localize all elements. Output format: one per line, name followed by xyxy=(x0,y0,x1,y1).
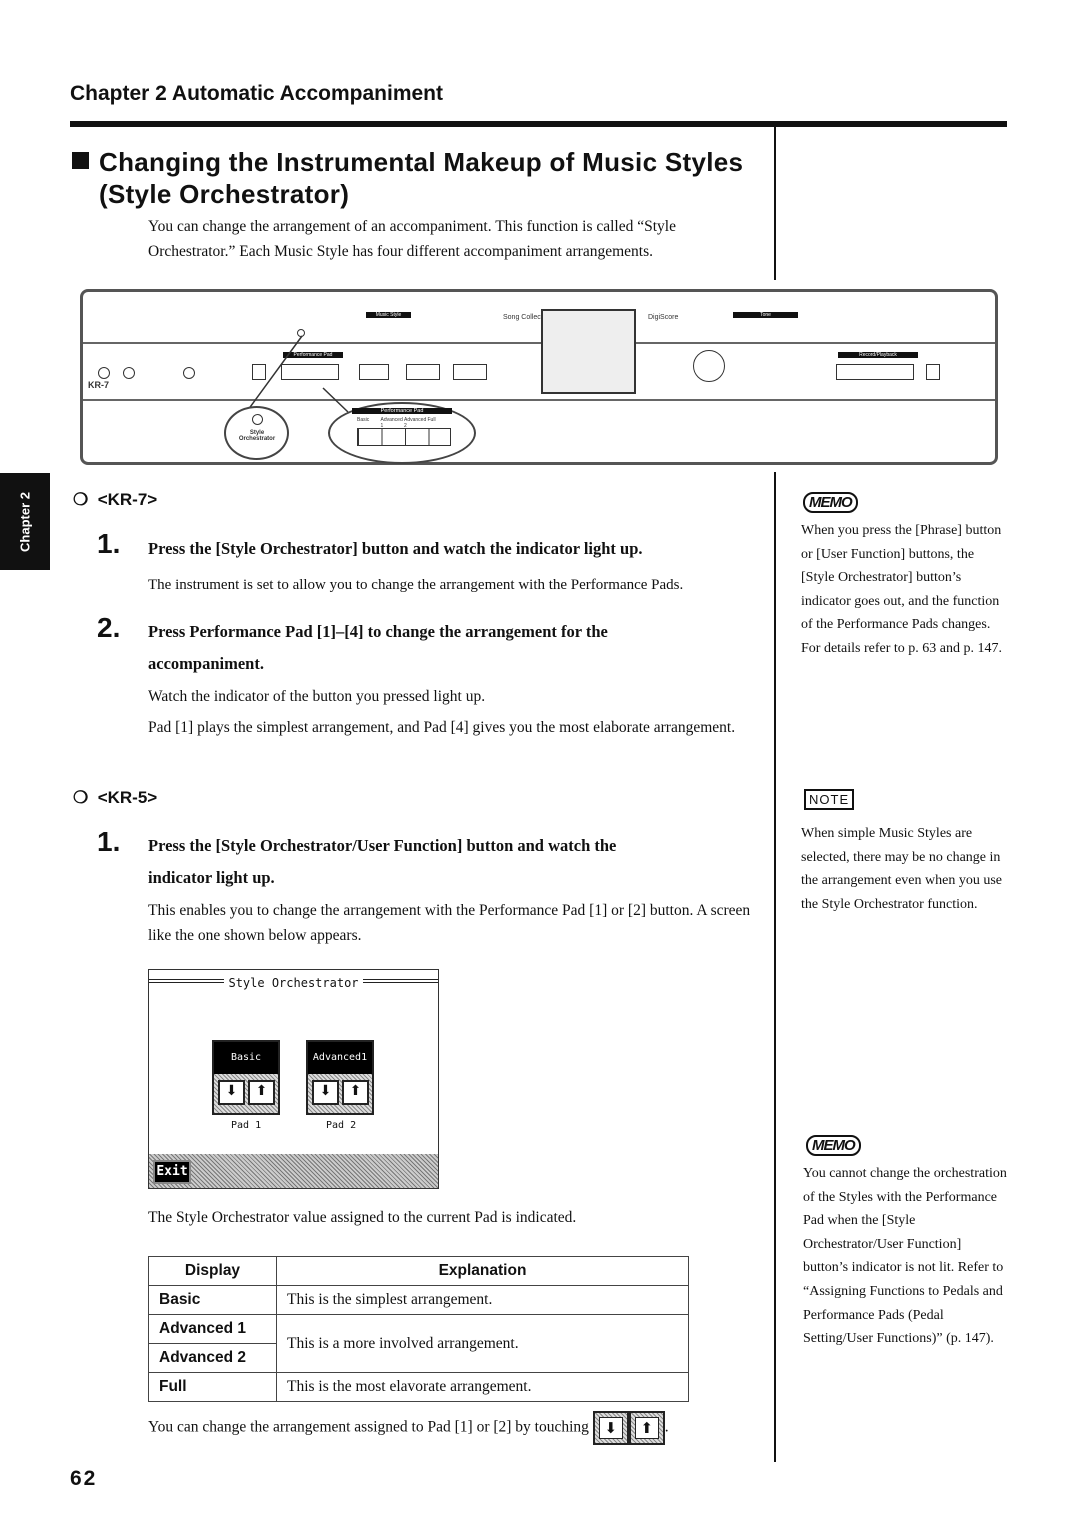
pad1-value: Basic xyxy=(214,1042,278,1074)
footer-text: You can change the arrangement assigned … xyxy=(148,1418,589,1436)
style-orchestrator-screen: Style Orchestrator Basic ⬇ ⬆ Advanced1 ⬇… xyxy=(148,969,439,1189)
page-number: 62 xyxy=(70,1467,98,1490)
square-bullet-icon xyxy=(72,152,89,169)
memo-label: MEMO xyxy=(803,492,858,513)
table-header: Display xyxy=(148,1256,277,1286)
pad1-box[interactable]: Basic ⬇ ⬆ xyxy=(212,1040,280,1115)
screen-caption: The Style Orchestrator value assigned to… xyxy=(148,1209,577,1226)
chapter-tab-label: Chapter 2 xyxy=(17,491,33,552)
footer-period: . xyxy=(664,1418,669,1436)
memo-text: When you press the [Phrase] button or [U… xyxy=(801,523,1003,656)
kr7-heading: ❍ <KR-7> xyxy=(73,490,158,509)
kr7-panel-illustration: KR-7 Performance Pad Music Style Tone Re… xyxy=(80,289,998,465)
header-rule xyxy=(70,121,1007,127)
arrow-down-icon[interactable]: ⬇ xyxy=(218,1080,245,1105)
pad2-box[interactable]: Advanced1 ⬇ ⬆ xyxy=(306,1040,374,1115)
style-orchestrator-callout: Style Orchestrator xyxy=(224,406,289,460)
table-cell: This is a more involved arrangement. xyxy=(276,1314,689,1373)
style-orchestrator-label: Style Orchestrator xyxy=(238,430,276,442)
kr7-heading-text: <KR-7> xyxy=(97,490,158,509)
step-text: Watch the indicator of the button you pr… xyxy=(148,688,486,705)
table-row: Basic This is the simplest arrangement. xyxy=(148,1285,689,1315)
exit-button[interactable]: Exit xyxy=(153,1160,191,1184)
memo-label: MEMO xyxy=(806,1135,861,1156)
step-text: The instrument is set to allow you to ch… xyxy=(148,577,684,593)
step-number: 1. xyxy=(97,528,121,559)
performance-pad-callout: Performance Pad Basic Advanced 1 Advance… xyxy=(328,402,476,464)
step-instruction: Press the [Style Orchestrator] button an… xyxy=(148,539,643,558)
step-instruction: accompaniment. xyxy=(148,654,264,673)
chapter-header: Chapter 2 Automatic Accompaniment xyxy=(70,82,444,105)
table-row: Full This is the most elavorate arrangeme… xyxy=(148,1372,689,1402)
arrow-down-button-icon: ⬇ xyxy=(592,1411,629,1445)
footer-instruction: You can change the arrangement assigned … xyxy=(148,1411,669,1445)
table-cell: Full xyxy=(148,1372,277,1402)
memo-icon: MEMO xyxy=(803,492,858,513)
title-line: Changing the Instrumental Makeup of Musi… xyxy=(99,147,744,177)
column-divider xyxy=(774,472,776,1462)
kr5-heading: ❍ <KR-5> xyxy=(73,788,158,807)
note-icon: NOTE xyxy=(804,789,855,810)
step-instruction: indicator light up. xyxy=(148,868,275,887)
step-number: 2. xyxy=(97,612,121,643)
memo-icon: MEMO xyxy=(806,1135,861,1156)
table-cell: This is the most elavorate arrangement. xyxy=(276,1372,689,1402)
arrow-up-icon[interactable]: ⬆ xyxy=(342,1080,369,1105)
arrow-down-icon[interactable]: ⬇ xyxy=(312,1080,339,1105)
step-instruction: Press Performance Pad [1]–[4] to change … xyxy=(148,622,608,641)
arrow-up-button-icon: ⬆ xyxy=(628,1411,665,1445)
table-cell: This is the simplest arrangement. xyxy=(276,1285,689,1315)
note-label: NOTE xyxy=(804,789,855,810)
table-row: Advanced 1 This is a more involved arrang… xyxy=(148,1314,689,1373)
section-title: Changing the Instrumental Makeup of Musi… xyxy=(72,146,743,210)
arrow-up-icon[interactable]: ⬆ xyxy=(248,1080,275,1105)
memo-text: You cannot change the orchestration of t… xyxy=(803,1166,1007,1347)
pad2-value: Advanced1 xyxy=(308,1042,372,1074)
table-cell: Advanced 2 xyxy=(148,1343,277,1373)
arrangement-table: Display Explanation Basic This is the simp… xyxy=(148,1256,689,1402)
step-number: 1. xyxy=(97,826,121,857)
step-instruction: Press the [Style Orchestrator/User Funct… xyxy=(148,836,617,855)
screen-title: Style Orchestrator xyxy=(224,976,363,990)
performance-pad-label: Performance Pad xyxy=(352,408,452,414)
intro-text: You can change the arrangement of an acc… xyxy=(148,218,676,260)
kr5-heading-text: <KR-5> xyxy=(97,788,158,807)
table-cell: Basic xyxy=(148,1285,277,1315)
column-divider xyxy=(774,127,776,280)
chapter-tab: Chapter 2 xyxy=(0,473,50,570)
pad2-label: Pad 2 xyxy=(326,1120,357,1131)
table-cell: Advanced 1 xyxy=(148,1314,277,1344)
note-text: When simple Music Styles are selected, t… xyxy=(801,826,1002,912)
table-header: Explanation xyxy=(276,1256,689,1286)
title-line: (Style Orchestrator) xyxy=(99,179,350,209)
step-text: This enables you to change the arrangeme… xyxy=(148,902,751,944)
pad1-label: Pad 1 xyxy=(231,1120,262,1131)
step-text: Pad [1] plays the simplest arrangement, … xyxy=(148,719,736,736)
